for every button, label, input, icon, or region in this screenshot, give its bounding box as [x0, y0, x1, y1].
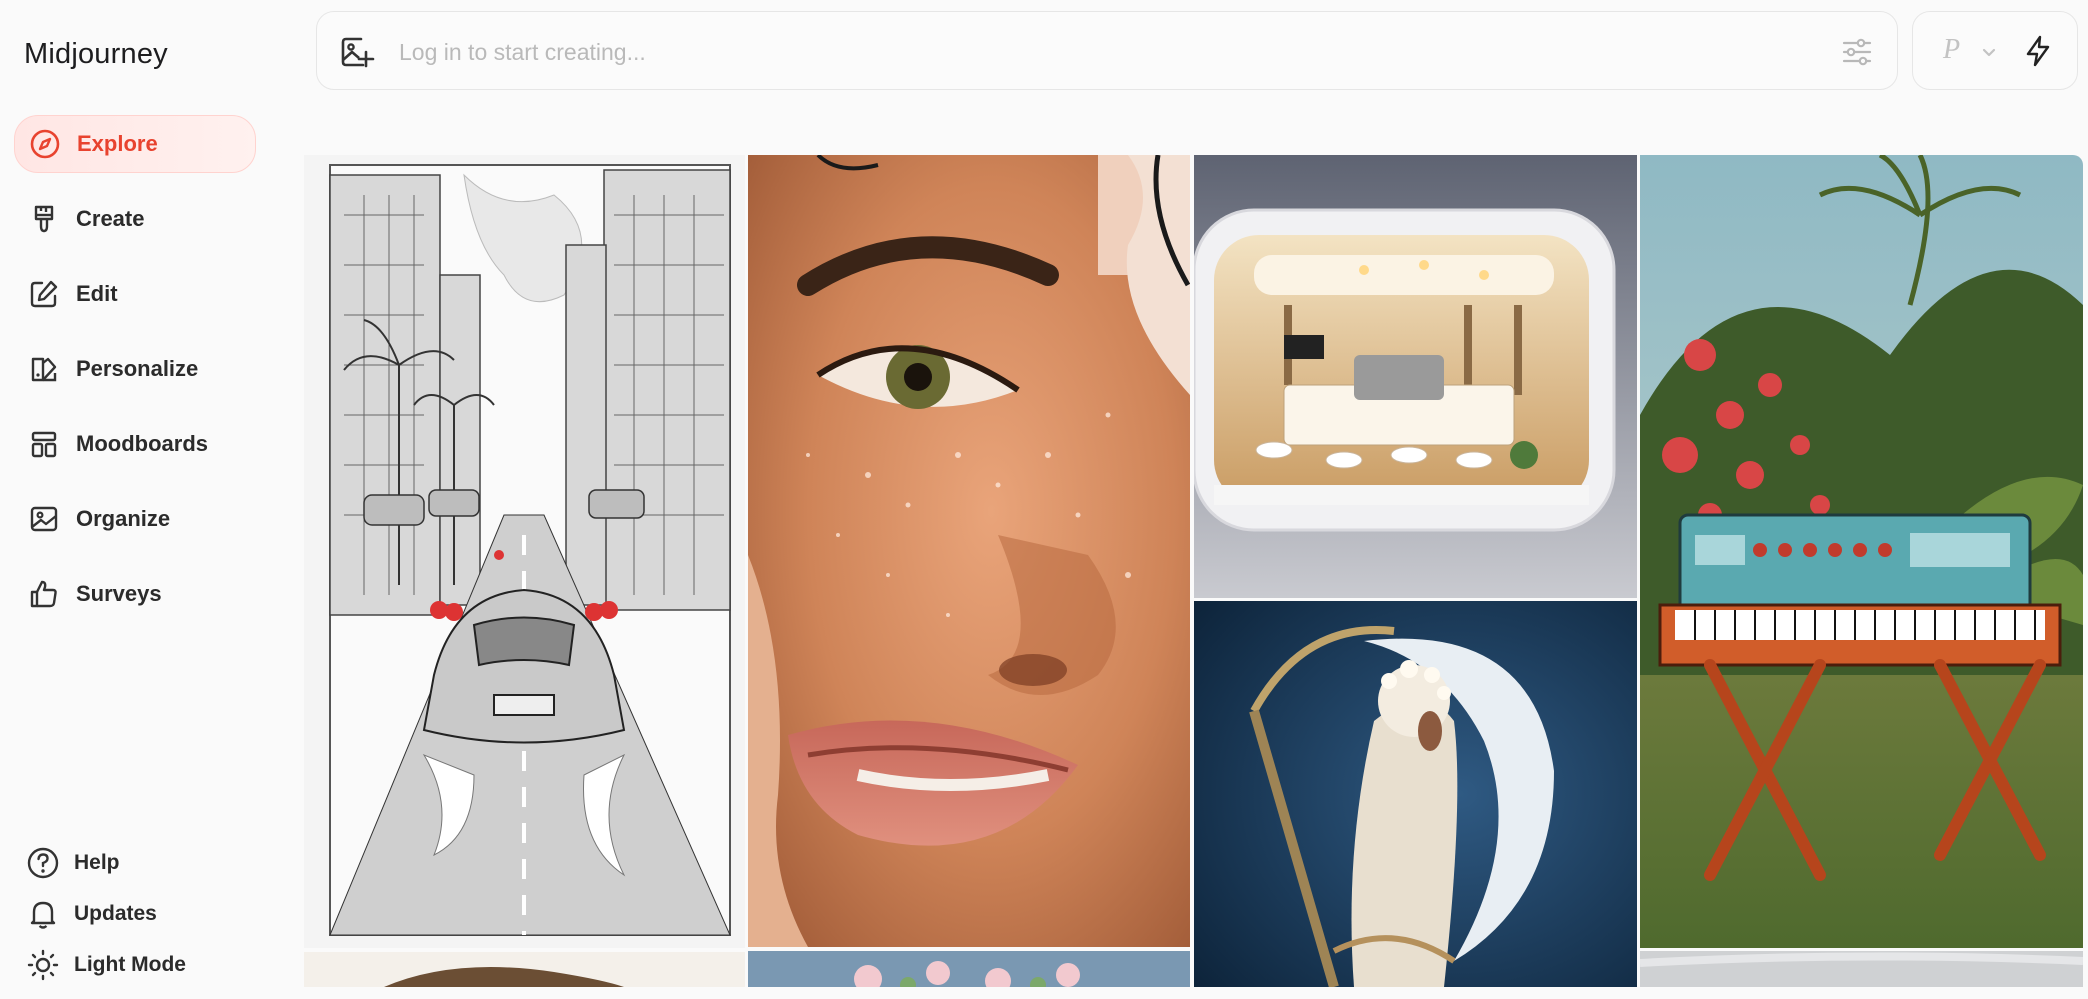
- partial-bottom-image-1[interactable]: [304, 952, 745, 987]
- partial-bottom-image-2[interactable]: [748, 951, 1190, 987]
- sidebar-item-label: Moodboards: [76, 431, 208, 456]
- sidebar-item-label: Personalize: [76, 356, 199, 381]
- sidebar-item-create[interactable]: Create: [14, 190, 256, 248]
- sketch-car-street-image[interactable]: [304, 155, 745, 948]
- lightning-bolt-icon[interactable]: [2021, 34, 2055, 68]
- sidebar-item-explore[interactable]: Explore: [14, 115, 256, 173]
- sidebar-item-moodboards[interactable]: Moodboards: [14, 415, 256, 473]
- retro-synth-garden-image[interactable]: [1640, 155, 2083, 948]
- settings-sliders-icon[interactable]: [1841, 36, 1873, 68]
- brand-logo[interactable]: Midjourney: [24, 38, 168, 71]
- bell-icon: [26, 897, 60, 931]
- sidebar-item-label: Help: [74, 851, 120, 874]
- prompt-bar: [316, 11, 1898, 90]
- sidebar-item-label: Organize: [76, 506, 171, 531]
- sidebar-item-help[interactable]: Help: [14, 846, 256, 880]
- chevron-down-icon[interactable]: [1981, 44, 1997, 60]
- compass-icon: [29, 128, 61, 160]
- sidebar-item-label: Light Mode: [74, 953, 186, 976]
- thumbs-up-icon: [28, 578, 60, 610]
- image-icon: [28, 503, 60, 535]
- sidebar-item-label: Updates: [74, 902, 157, 925]
- sidebar-item-label: Explore: [77, 131, 158, 156]
- sidebar-item-light-mode[interactable]: Light Mode: [14, 948, 256, 982]
- sidebar-item-label: Edit: [76, 281, 118, 306]
- sidebar: Midjourney Explore Create Edit Personali…: [0, 0, 290, 987]
- moodboard-icon: [28, 428, 60, 460]
- sidebar-item-edit[interactable]: Edit: [14, 265, 256, 323]
- secondary-nav: Help Updates Light Mode: [14, 846, 256, 999]
- sidebar-item-label: Create: [76, 206, 145, 231]
- partial-bottom-image-3[interactable]: [1640, 951, 2083, 987]
- sun-icon: [26, 948, 60, 982]
- sidebar-item-organize[interactable]: Organize: [14, 490, 256, 548]
- paintbrush-icon: [28, 203, 60, 235]
- edit-icon: [28, 278, 60, 310]
- help-icon: [26, 846, 60, 880]
- add-image-icon[interactable]: [339, 34, 375, 70]
- wet-face-closeup-image[interactable]: [748, 155, 1190, 947]
- main-nav: Explore Create Edit Personalize Moodboar…: [14, 115, 256, 640]
- sidebar-item-personalize[interactable]: Personalize: [14, 340, 256, 398]
- sidebar-item-updates[interactable]: Updates: [14, 897, 256, 931]
- personalize-icon: [28, 353, 60, 385]
- prompt-input[interactable]: [397, 30, 1701, 74]
- miniature-cafe-capsule-image[interactable]: [1194, 155, 1637, 598]
- mode-selector: P: [1912, 11, 2078, 90]
- sidebar-item-label: Surveys: [76, 581, 162, 606]
- personalization-toggle[interactable]: P: [1943, 34, 1960, 66]
- moon-goddess-image[interactable]: [1194, 601, 1637, 987]
- sidebar-item-surveys[interactable]: Surveys: [14, 565, 256, 623]
